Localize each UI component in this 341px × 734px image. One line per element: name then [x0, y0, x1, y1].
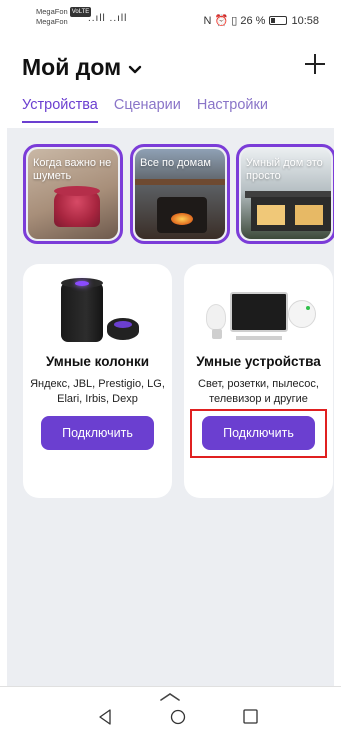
smart-speakers-card: Умные колонки Яндекс, JBL, Prestigio, LG…	[23, 264, 172, 498]
beam-illustration	[135, 179, 225, 185]
bulb-icon	[206, 304, 226, 339]
mini-speaker-icon	[107, 318, 139, 340]
operator-name-1: MegaFon	[36, 7, 68, 16]
clock: 10:58	[291, 14, 319, 27]
speaker-icon	[61, 278, 103, 342]
page-title: Мой дом	[22, 54, 122, 80]
card-description: Свет, розетки, пылесос, телевизор и друг…	[198, 378, 319, 405]
operator-name-2: MegaFon	[36, 17, 68, 26]
smart-devices-card: Умные устройства Свет, розетки, пылесос,…	[184, 264, 333, 498]
tv-icon	[230, 292, 288, 340]
status-bar: MegaFon VoLTE MegaFon ..ıll ..ıll N ⏰ ▯ 2…	[0, 0, 341, 40]
system-nav-bar	[0, 686, 341, 734]
battery-icon	[269, 16, 288, 25]
tab-settings[interactable]: Настройки	[197, 97, 268, 123]
chevron-down-icon	[128, 65, 142, 73]
status-icons: N ⏰ ▯ 26 %	[203, 15, 266, 27]
speaker-illustration	[54, 186, 100, 227]
card-title: Умные устройства	[196, 354, 321, 369]
vacuum-icon	[288, 300, 316, 328]
back-icon[interactable]	[98, 709, 112, 725]
operator-info: MegaFon VoLTE MegaFon	[36, 7, 92, 27]
story-card-smart-home[interactable]: Умный дом это просто	[236, 144, 334, 244]
story-card-quiet[interactable]: Когда важно не шуметь	[23, 144, 123, 244]
house-illustration	[251, 197, 331, 231]
story-title: Когда важно не шуметь	[33, 157, 112, 182]
stories-carousel: Когда важно не шуметь Все по домам Умный…	[23, 144, 334, 244]
status-right: N ⏰ ▯ 26 % 10:58	[203, 14, 319, 28]
tab-devices[interactable]: Устройства	[22, 97, 98, 123]
recent-apps-icon[interactable]	[243, 709, 258, 724]
card-description: Яндекс, JBL, Prestigio, LG, Elari, Irbis…	[30, 378, 165, 405]
connect-devices-button[interactable]: Подключить	[202, 416, 315, 450]
story-card-home[interactable]: Все по домам	[130, 144, 230, 244]
card-title: Умные колонки	[46, 354, 149, 369]
story-title: Все по домам	[140, 157, 211, 169]
signal-icon: ..ıll ..ıll	[88, 13, 128, 24]
chevron-up-icon[interactable]	[160, 693, 180, 701]
home-selector[interactable]: Мой дом	[22, 54, 142, 81]
story-title: Умный дом это просто	[246, 157, 323, 182]
plus-icon[interactable]	[303, 52, 327, 76]
home-icon[interactable]	[170, 709, 186, 725]
tab-scenarios[interactable]: Сценарии	[114, 97, 181, 123]
main-content: Когда важно не шуметь Все по домам Умный…	[7, 128, 334, 686]
connect-speakers-button[interactable]: Подключить	[41, 416, 154, 450]
tab-bar: Устройства Сценарии Настройки	[22, 97, 268, 123]
header: Мой дом Устройства Сценарии Настройки	[0, 40, 341, 128]
fireplace-illustration	[157, 197, 207, 233]
